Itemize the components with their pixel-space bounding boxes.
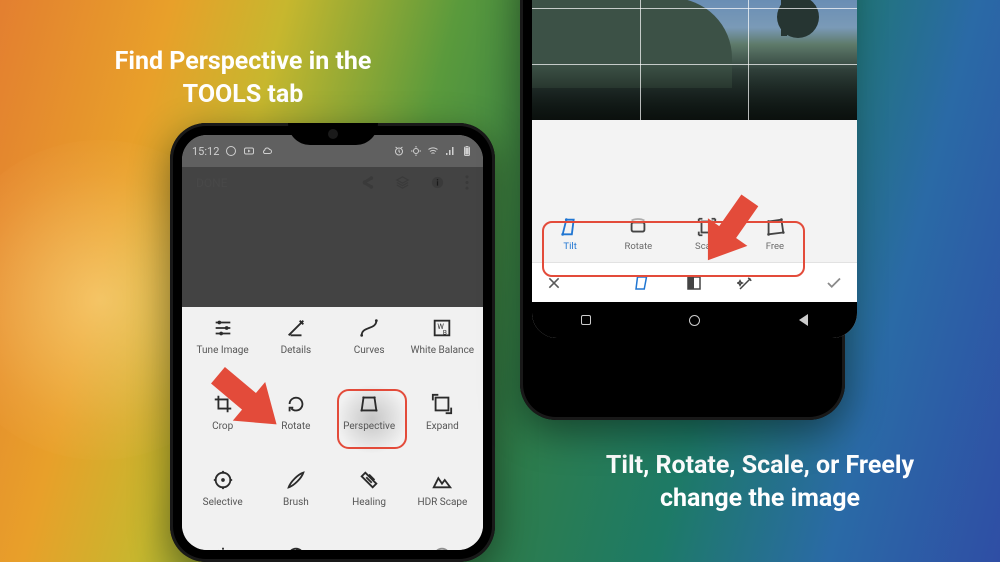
tool-label: HDR Scape [417, 497, 467, 508]
caption-right: Tilt, Rotate, Scale, or Freely change th… [570, 450, 950, 515]
nav-back[interactable] [799, 314, 808, 326]
tool-label: Healing [352, 497, 386, 508]
toolbar-highlight [542, 221, 805, 277]
tool-curves[interactable]: Curves [335, 317, 404, 375]
contrast-icon [285, 545, 307, 550]
tool-brush[interactable]: Brush [261, 469, 330, 527]
tool-healing[interactable]: Healing [335, 469, 404, 527]
white-balance-icon: WB [431, 317, 453, 339]
tool-selective[interactable]: Selective [188, 469, 257, 527]
vignette-icon [212, 545, 234, 550]
gridline [640, 0, 641, 120]
image-minaret [781, 0, 787, 36]
android-navbar [532, 302, 857, 338]
tool-label: Expand [426, 421, 459, 432]
tool-label: Details [281, 345, 312, 356]
tool-crop[interactable]: Crop [188, 393, 257, 451]
crop-icon [212, 393, 234, 415]
tool-label: Brush [283, 497, 309, 508]
phone-right: TiltRotateScaleFree [520, 0, 845, 420]
details-icon [285, 317, 307, 339]
brush-icon [285, 469, 307, 491]
edit-image[interactable] [532, 0, 857, 120]
cloud-icon [261, 145, 273, 157]
gridline [532, 64, 857, 65]
selective-icon [212, 469, 234, 491]
battery-icon [461, 145, 473, 157]
caption-left: Find Perspective in the TOOLS tab [78, 46, 408, 111]
gridline [748, 0, 749, 120]
drama-icon [358, 545, 380, 550]
signal-icon [444, 145, 456, 157]
notch [288, 123, 378, 145]
more-icon[interactable] [465, 175, 469, 190]
tool-hdr-scape[interactable]: HDR Scape [408, 469, 477, 527]
image-crowd [532, 65, 857, 120]
edit-image-wrap [532, 0, 857, 120]
expand-icon [431, 393, 453, 415]
status-right [393, 145, 473, 157]
screen-left: 15:12 DONE [182, 135, 483, 550]
youtube-icon [243, 145, 255, 157]
gridline [532, 8, 857, 9]
location-icon [410, 145, 422, 157]
wifi-icon [427, 145, 439, 157]
rotate-icon [285, 393, 307, 415]
alarm-icon [393, 145, 405, 157]
share-icon[interactable] [360, 175, 375, 190]
tool-expand[interactable]: Expand [408, 393, 477, 451]
tool-label: Rotate [281, 421, 310, 432]
status-time: 15:12 [192, 145, 219, 158]
tool-label: Tune Image [197, 345, 249, 356]
edit-spacer [532, 120, 857, 206]
confirm-icon[interactable] [825, 274, 843, 292]
nav-recent[interactable] [581, 315, 591, 325]
curves-icon [358, 317, 380, 339]
info-icon[interactable] [430, 175, 445, 190]
screen-right: TiltRotateScaleFree [532, 0, 857, 338]
glow-icon [431, 545, 453, 550]
sliders-icon [212, 317, 234, 339]
tool-partial[interactable] [408, 545, 477, 550]
tool-partial[interactable] [261, 545, 330, 550]
tool-label: Selective [203, 497, 243, 508]
healing-icon [358, 469, 380, 491]
status-left: 15:12 [192, 145, 273, 158]
layers-icon[interactable] [395, 175, 410, 190]
tool-white-balance[interactable]: WB White Balance [408, 317, 477, 375]
tool-partial[interactable] [335, 545, 404, 550]
tool-label: White Balance [411, 345, 474, 356]
tool-details[interactable]: Details [261, 317, 330, 375]
app-dim-overlay: DONE [182, 167, 483, 307]
phone-left: 15:12 DONE [170, 123, 495, 562]
nav-home[interactable] [689, 315, 700, 326]
tool-rotate[interactable]: Rotate [261, 393, 330, 451]
tool-label: Curves [354, 345, 385, 356]
tools-panel: Tune Image Details Curves WB White Balance Cr… [182, 307, 483, 550]
viber-icon [225, 145, 237, 157]
tool-label: Crop [212, 421, 233, 432]
hdr-icon [431, 469, 453, 491]
svg-text:B: B [443, 328, 447, 336]
tool-tune-image[interactable]: Tune Image [188, 317, 257, 375]
perspective-highlight [337, 389, 407, 449]
done-button[interactable]: DONE [196, 176, 228, 190]
tool-partial[interactable] [188, 545, 257, 550]
